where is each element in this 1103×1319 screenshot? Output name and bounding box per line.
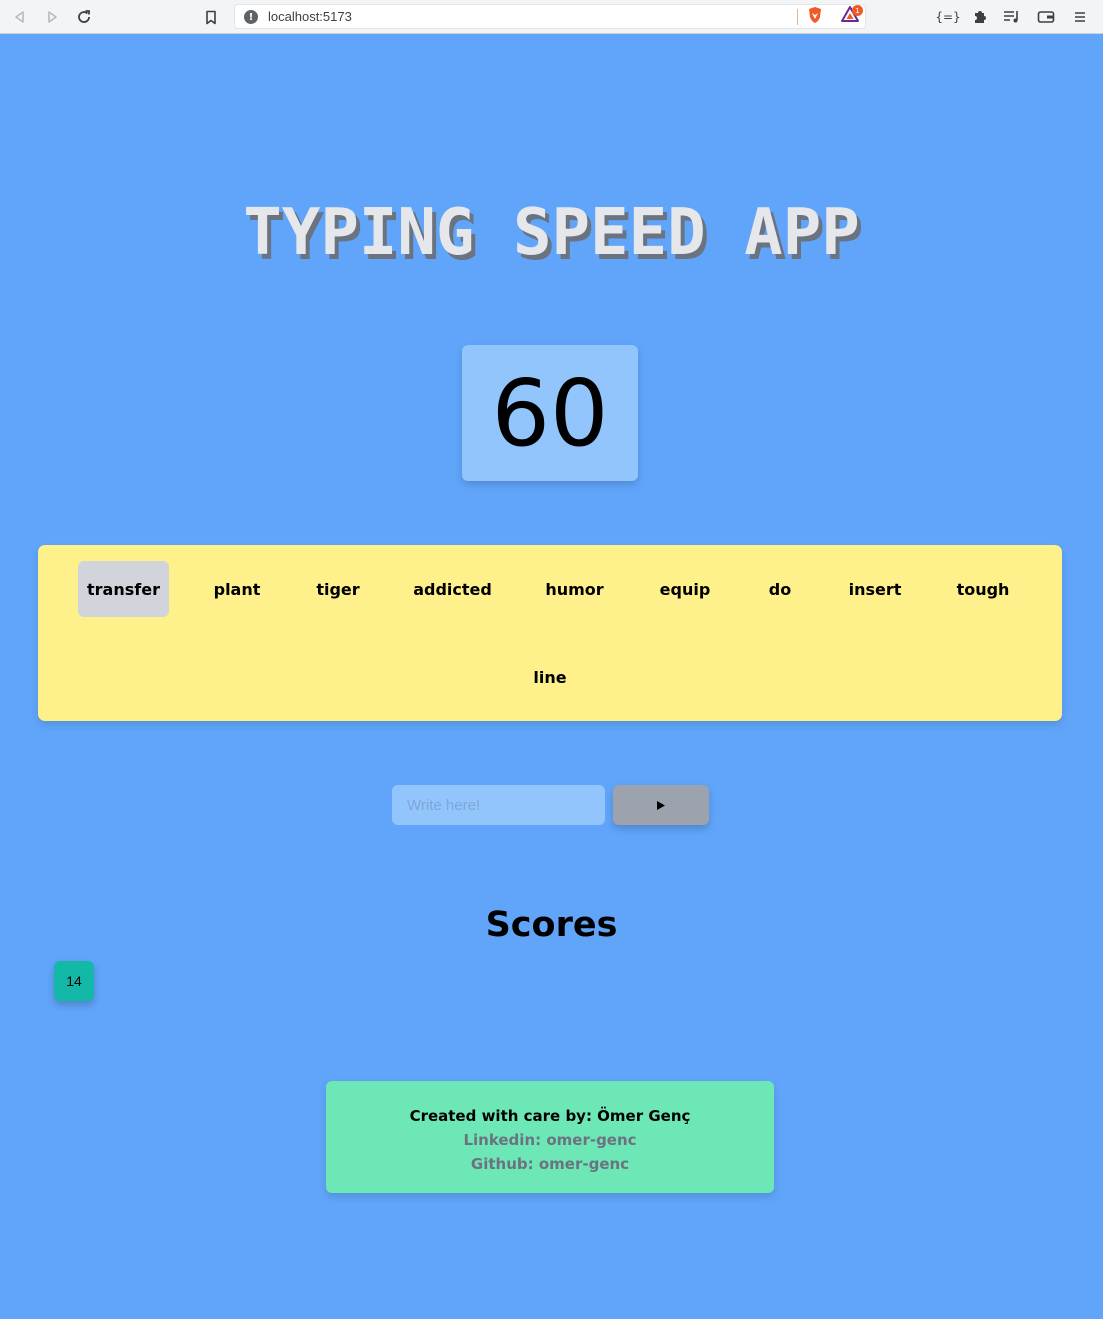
word-item: line	[533, 667, 567, 687]
word-item: tough	[956, 579, 1010, 599]
score-chip: 14	[54, 961, 94, 1001]
typing-input[interactable]	[392, 785, 605, 825]
linkedin-link[interactable]: Linkedin: omer-genc	[326, 1128, 774, 1152]
wallet-icon[interactable]	[1035, 6, 1057, 28]
rewards-badge: 1	[852, 5, 863, 16]
footer-card: Created with care by: Ömer Genç Linkedin…	[326, 1081, 774, 1193]
footer-credit: Created with care by: Ömer Genç	[409, 1107, 691, 1125]
word-item: plant	[213, 579, 261, 599]
forward-icon[interactable]	[42, 7, 62, 27]
site-info-icon[interactable]: !	[244, 10, 258, 24]
browser-toolbar: ! localhost:5173 1 {=}	[0, 0, 1103, 34]
bookmark-icon[interactable]	[201, 7, 221, 27]
brave-shields-icon[interactable]	[807, 6, 823, 24]
word-item: do	[768, 579, 792, 599]
word-item: equip	[659, 579, 711, 599]
scores-heading: Scores	[485, 905, 618, 945]
page-title: TYPING SPEED APP	[243, 196, 860, 270]
word-item: addicted	[413, 579, 492, 599]
countdown-timer: 60	[462, 345, 638, 481]
extension-braces-icon[interactable]: {=}	[935, 6, 960, 28]
reload-icon[interactable]	[74, 7, 94, 27]
url-text: localhost:5173	[268, 9, 352, 24]
word-item-active: transfer	[78, 561, 169, 617]
github-link[interactable]: Github: omer-genc	[326, 1152, 774, 1176]
word-item: humor	[545, 579, 604, 599]
play-icon	[657, 800, 665, 810]
media-playlist-icon[interactable]	[1001, 6, 1023, 28]
extensions-puzzle-icon[interactable]	[969, 6, 991, 28]
word-item: tiger	[316, 579, 360, 599]
back-icon[interactable]	[10, 7, 30, 27]
word-list-panel: transfer plant tiger addicted humor equi…	[38, 545, 1062, 721]
word-item: insert	[848, 579, 902, 599]
menu-icon[interactable]	[1069, 6, 1091, 28]
address-bar[interactable]: ! localhost:5173	[234, 4, 866, 29]
address-bar-divider	[797, 9, 798, 25]
brave-rewards-icon[interactable]: 1	[840, 5, 863, 25]
start-button[interactable]	[613, 785, 709, 825]
